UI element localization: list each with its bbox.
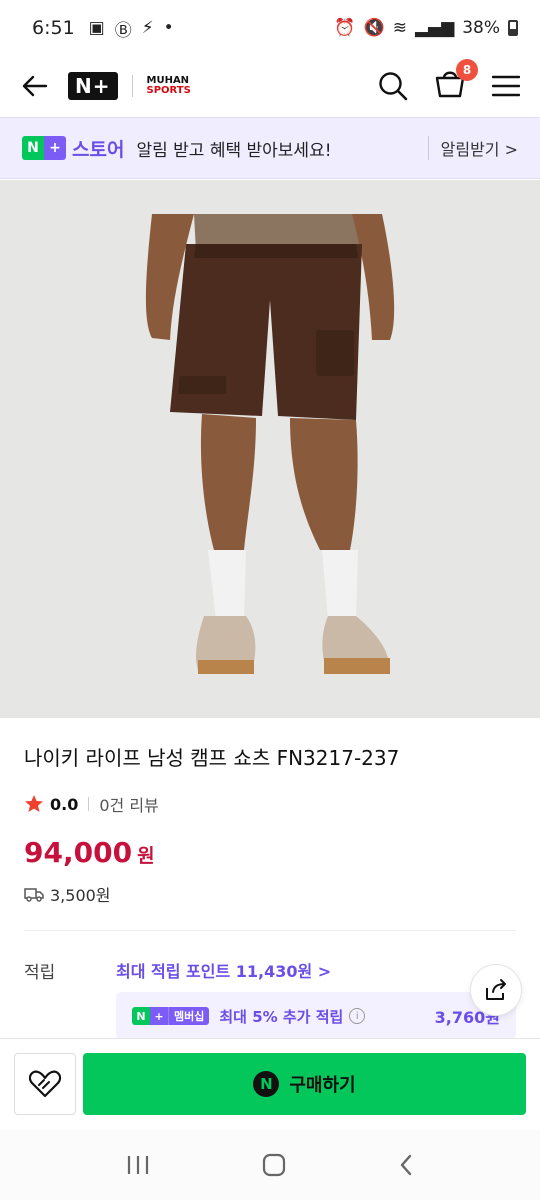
shipping-fee-value: 3,500원	[50, 886, 111, 905]
store-label: 스토어	[72, 138, 125, 161]
product-title: 나이키 라이프 남성 캠프 쇼츠 FN3217-237	[24, 746, 400, 770]
notification-icons: ▣ Ⓑ ⚡ •	[89, 16, 174, 41]
share-button[interactable]	[470, 964, 522, 1016]
logo-divider	[131, 75, 133, 97]
wifi-icon: ≋	[392, 18, 407, 38]
nav-back-icon[interactable]	[398, 1153, 414, 1177]
info-icon[interactable]: i	[349, 1008, 366, 1024]
app-header: N+ MUHAN SPORTS 8	[0, 56, 540, 116]
menu-icon[interactable]	[492, 75, 520, 97]
naver-plus-badge: N +	[22, 136, 66, 160]
rating-row[interactable]: 0.0 0건 리뷰	[24, 792, 159, 816]
battery-percent: 38%	[462, 18, 500, 38]
system-icons: ⏰ 🔇 ≋ ▂▄▆ 38%	[334, 18, 518, 38]
alarm-icon: ⏰	[334, 18, 356, 38]
search-icon[interactable]	[378, 71, 408, 101]
system-nav-bar	[0, 1130, 540, 1200]
membership-badge: N + 멤버십	[132, 1007, 210, 1025]
membership-points-text: 최대 5% 추가 적립	[219, 1007, 344, 1026]
bolt-icon: ⚡	[141, 18, 154, 38]
max-points-link[interactable]: 최대 적립 포인트 11,430원 >	[116, 958, 331, 982]
back-button[interactable]	[20, 71, 50, 101]
bottom-action-bar: N 구매하기	[0, 1038, 540, 1130]
rating-divider	[88, 797, 90, 811]
product-photo	[145, 214, 395, 674]
price-currency: 원	[137, 845, 155, 867]
star-icon	[25, 795, 43, 812]
review-count[interactable]: 0건 리뷰	[99, 792, 158, 816]
dot-icon: •	[163, 18, 174, 38]
battery-icon	[508, 20, 518, 36]
membership-points-box[interactable]: N + 멤버십 최대 5% 추가 적립 i 3,760원	[116, 992, 516, 1040]
price: 94,000 원	[24, 836, 155, 869]
buy-button[interactable]: N 구매하기	[83, 1053, 526, 1115]
brand-logo[interactable]: MUHAN SPORTS	[147, 76, 203, 96]
app-icon: Ⓑ	[114, 20, 132, 41]
rating-score: 0.0	[50, 794, 79, 814]
brand-logo-bottom: SPORTS	[146, 85, 191, 96]
mute-icon: 🔇	[363, 18, 385, 38]
back-arrow-icon	[22, 75, 48, 97]
cart-count-badge: 8	[456, 59, 478, 81]
status-bar: 6:51 ▣ Ⓑ ⚡ • ⏰ 🔇 ≋ ▂▄▆ 38%	[0, 0, 540, 56]
gallery-icon: ▣	[88, 18, 105, 38]
subscribe-alert-link[interactable]: 알림받기 >	[427, 136, 518, 160]
store-alert-banner[interactable]: N + 스토어 알림 받고 혜택 받아보세요! 알림받기 >	[0, 117, 540, 179]
wishlist-button[interactable]	[14, 1053, 76, 1115]
buy-button-label: 구매하기	[289, 1075, 356, 1096]
points-label: 적립	[24, 963, 56, 983]
naver-pay-icon: N	[253, 1071, 280, 1097]
product-image[interactable]	[0, 180, 540, 718]
price-value: 94,000	[24, 836, 133, 869]
recent-apps-icon[interactable]	[126, 1154, 150, 1176]
section-divider	[24, 930, 516, 931]
heart-icon	[28, 1070, 62, 1098]
status-time: 6:51	[32, 17, 75, 39]
share-icon	[486, 979, 506, 1000]
home-icon[interactable]	[262, 1153, 286, 1177]
shipping-fee: 3,500원	[24, 882, 111, 906]
truck-icon	[24, 888, 44, 902]
banner-message: 알림 받고 혜택 받아보세요!	[136, 140, 332, 161]
naver-plus-logo[interactable]: N+	[68, 72, 118, 100]
cart-button[interactable]: 8	[434, 59, 478, 103]
signal-icon: ▂▄▆	[414, 18, 455, 38]
